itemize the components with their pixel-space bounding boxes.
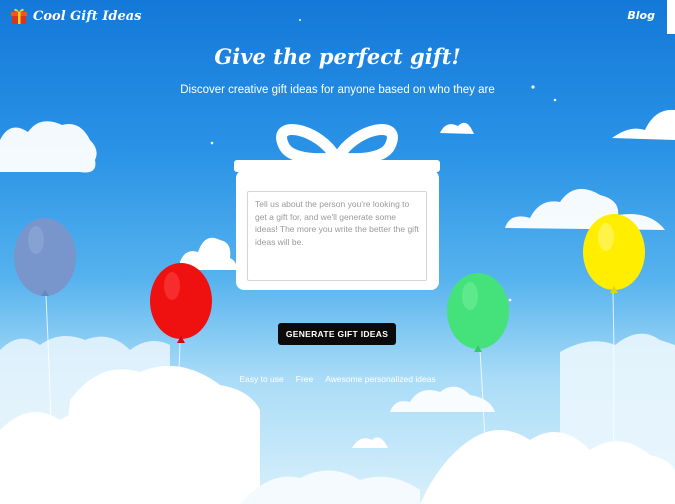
gift-bow <box>276 124 398 165</box>
balloon-yellow <box>583 214 645 293</box>
balloon-blue <box>14 218 76 296</box>
balloon-green <box>447 273 509 352</box>
header-edge <box>667 0 675 34</box>
feature-free: Free <box>295 374 314 384</box>
feature-list: Easy to use Free Awesome personalized id… <box>0 374 675 384</box>
balloon-red <box>150 263 212 343</box>
brand-name: Cool Gift Ideas <box>33 8 142 24</box>
brand-logo[interactable]: Cool Gift Ideas <box>10 7 142 25</box>
gift-icon <box>11 8 27 24</box>
hero-title: Give the perfect gift! <box>214 44 461 69</box>
blog-link[interactable]: Blog <box>627 9 655 22</box>
cloud-bank <box>0 333 675 504</box>
hero-subtitle: Discover creative gift ideas for anyone … <box>180 84 495 96</box>
generate-gift-ideas-button[interactable]: GENERATE GIFT IDEAS <box>278 323 396 345</box>
person-description-input[interactable] <box>247 191 427 281</box>
feature-easy-to-use: Easy to use <box>239 374 284 384</box>
feature-personalized: Awesome personalized ideas <box>325 374 436 384</box>
